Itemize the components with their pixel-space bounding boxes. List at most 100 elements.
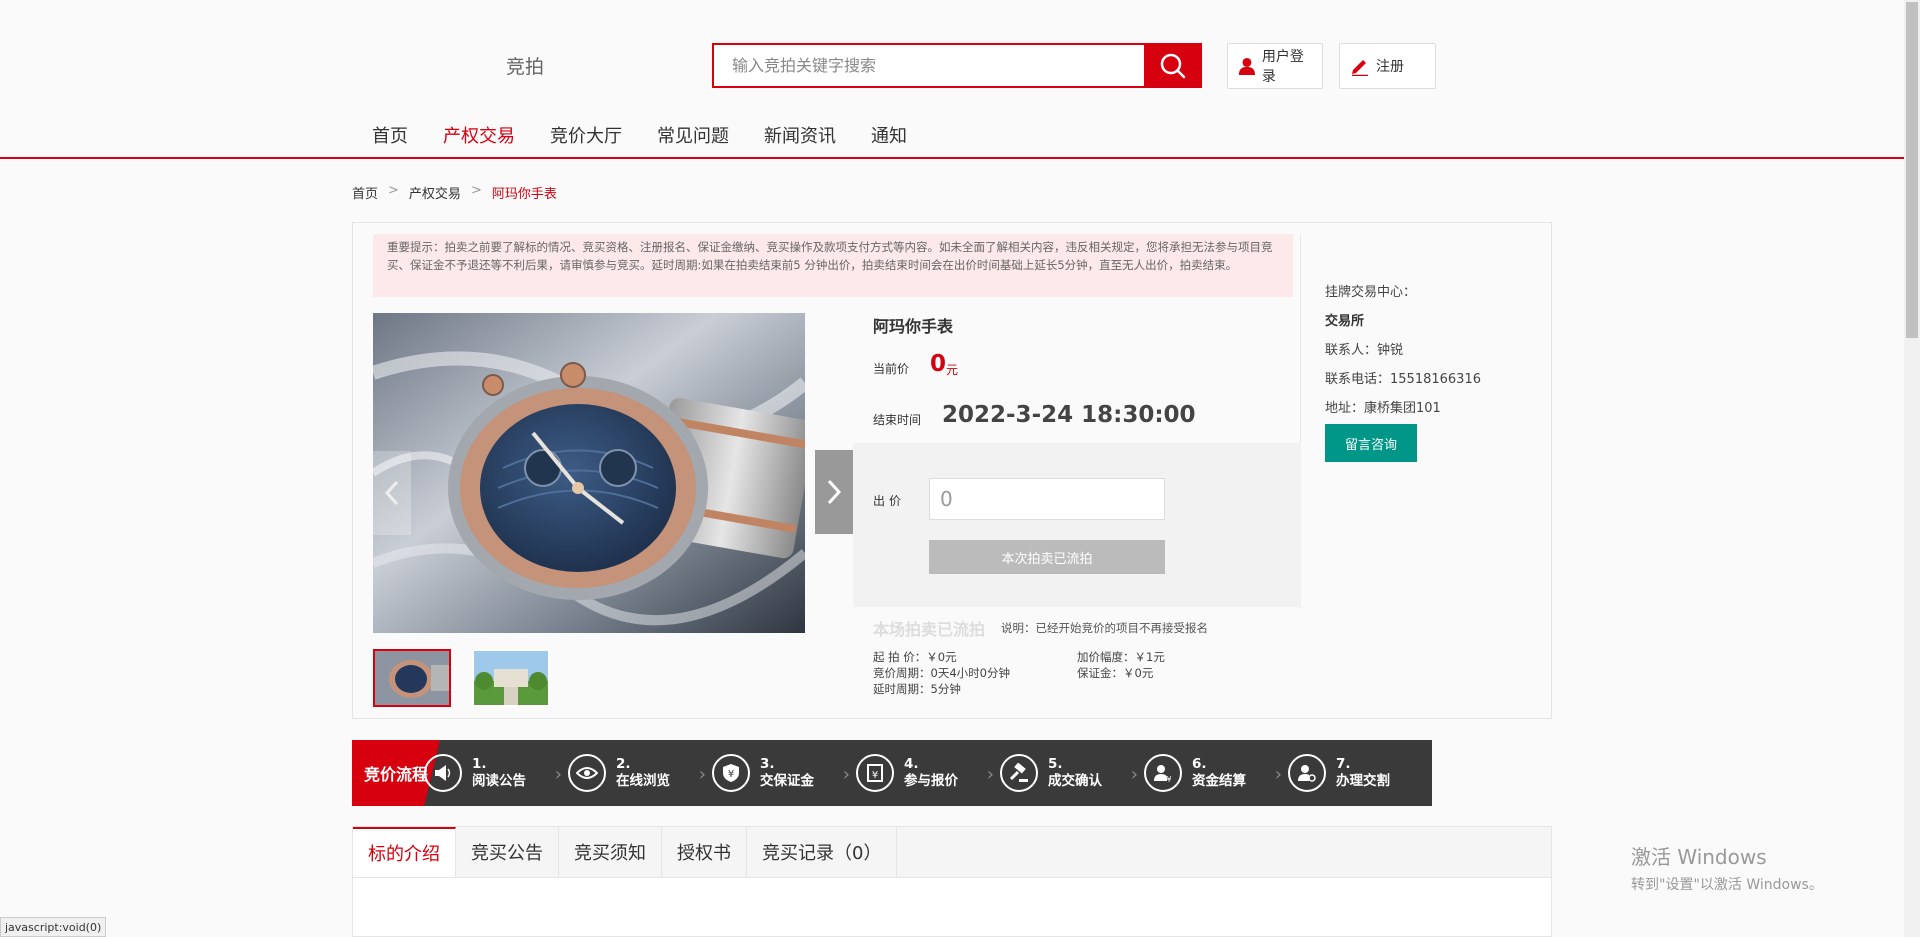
chevron-right-icon bbox=[827, 479, 842, 505]
search-bar bbox=[712, 43, 1202, 88]
process-step: 7. 办理交割 bbox=[1288, 740, 1432, 806]
tab-item-intro[interactable]: 标的介绍 bbox=[353, 827, 456, 877]
user-search-icon bbox=[1288, 754, 1326, 792]
step-number: 2. bbox=[616, 756, 631, 772]
bidding-process-bar: 竞价流程 1. 阅读公告 › 2. 在线浏览 › ¥ 3. 交保证金 › ¥ 4… bbox=[352, 740, 1432, 806]
thumbnail-building[interactable] bbox=[472, 649, 550, 707]
register-button[interactable]: 注册 bbox=[1339, 43, 1436, 89]
svg-text:¥: ¥ bbox=[872, 770, 878, 781]
contact-phone: 联系电话：15518166316 bbox=[1325, 372, 1481, 387]
bid-label: 出价 bbox=[873, 494, 906, 508]
step-label: 在线浏览 bbox=[616, 773, 670, 789]
step-label: 成交确认 bbox=[1048, 773, 1102, 789]
image-prev-button[interactable] bbox=[373, 451, 411, 535]
chevron-right-icon: › bbox=[986, 764, 994, 785]
thumbnail-watch[interactable] bbox=[373, 649, 451, 707]
bid-amount-input[interactable] bbox=[929, 478, 1165, 520]
main-nav: 首页 产权交易 竞价大厅 常见问题 新闻资讯 通知 bbox=[372, 122, 942, 148]
spec-delay: 延时周期：5分钟 bbox=[873, 682, 961, 696]
detail-tabs: 标的介绍 竞买公告 竞买须知 授权书 竞买记录（0） bbox=[352, 826, 1552, 878]
step-number: 6. bbox=[1192, 756, 1207, 772]
login-button[interactable]: 用户登录 bbox=[1227, 43, 1323, 89]
item-title: 阿玛你手表 bbox=[873, 317, 954, 336]
consult-button[interactable]: 留言咨询 bbox=[1325, 424, 1417, 462]
nav-home[interactable]: 首页 bbox=[372, 122, 408, 148]
step-label: 阅读公告 bbox=[472, 773, 526, 789]
svg-text:¥: ¥ bbox=[1166, 775, 1171, 783]
process-step: 1. 阅读公告 › bbox=[424, 740, 568, 806]
site-logo[interactable]: 竞拍 bbox=[506, 52, 544, 79]
trading-center-label: 挂牌交易中心： bbox=[1325, 285, 1417, 300]
eye-icon bbox=[568, 754, 606, 792]
end-time-label: 结束时间 bbox=[873, 413, 922, 427]
spec-increment: 加价幅度：￥1元 bbox=[1077, 650, 1165, 664]
step-number: 4. bbox=[904, 756, 919, 772]
spec-deposit: 保证金：￥0元 bbox=[1077, 666, 1154, 680]
trading-center-name: 交易所 bbox=[1325, 314, 1365, 329]
process-step: ¥ 6. 资金结算 › bbox=[1144, 740, 1288, 806]
chevron-left-icon bbox=[384, 480, 399, 506]
image-next-button[interactable] bbox=[815, 450, 853, 534]
chevron-right-icon: › bbox=[698, 764, 706, 785]
tab-authorization[interactable]: 授权书 bbox=[662, 827, 747, 877]
breadcrumb: 首页 > 产权交易 > 阿玛你手表 bbox=[352, 183, 557, 202]
nav-news[interactable]: 新闻资讯 bbox=[764, 122, 836, 148]
bid-panel bbox=[853, 443, 1301, 607]
watermark-title: 激活 Windows bbox=[1631, 845, 1767, 869]
price-unit: 元 bbox=[946, 363, 959, 377]
end-time-value: 2022-3-24 18:30:00 bbox=[942, 402, 1196, 428]
svg-text:¥: ¥ bbox=[728, 769, 734, 780]
current-price-value: 0 bbox=[930, 351, 947, 377]
search-icon bbox=[1160, 53, 1186, 78]
process-step: ¥ 3. 交保证金 › bbox=[712, 740, 856, 806]
current-price-label: 当前价 bbox=[873, 362, 910, 376]
contact-address: 地址：康桥集团101 bbox=[1325, 401, 1441, 416]
process-step: 2. 在线浏览 › bbox=[568, 740, 712, 806]
step-label: 交保证金 bbox=[760, 773, 814, 789]
user-yuan-icon: ¥ bbox=[1144, 754, 1182, 792]
step-label: 资金结算 bbox=[1192, 773, 1246, 789]
nav-faq[interactable]: 常见问题 bbox=[657, 122, 729, 148]
watermark-subtitle: 转到"设置"以激活 Windows。 bbox=[1631, 877, 1823, 893]
breadcrumb-current: 阿玛你手表 bbox=[491, 187, 557, 202]
tab-bid-announcement[interactable]: 竞买公告 bbox=[456, 827, 559, 877]
nav-divider bbox=[0, 157, 1904, 159]
nav-property-trading[interactable]: 产权交易 bbox=[443, 122, 515, 148]
shield-yuan-icon: ¥ bbox=[712, 754, 750, 792]
windows-activation-watermark: 激活 Windows 转到"设置"以激活 Windows。 bbox=[1631, 841, 1823, 894]
auction-status: 本场拍卖已流拍 bbox=[873, 620, 986, 639]
step-number: 5. bbox=[1048, 756, 1063, 772]
chevron-right-icon: › bbox=[554, 764, 562, 785]
tab-bid-records[interactable]: 竞买记录（0） bbox=[747, 827, 898, 877]
breadcrumb-separator: > bbox=[470, 183, 482, 198]
step-number: 1. bbox=[472, 756, 487, 772]
main-product-image bbox=[373, 313, 805, 633]
contact-person: 联系人：钟锐 bbox=[1325, 343, 1404, 358]
breadcrumb-section[interactable]: 产权交易 bbox=[409, 183, 461, 202]
user-icon bbox=[1238, 57, 1255, 75]
chevron-right-icon: › bbox=[1130, 764, 1138, 785]
register-label: 注册 bbox=[1376, 59, 1404, 75]
step-number: 7. bbox=[1336, 756, 1351, 772]
step-number: 3. bbox=[760, 756, 775, 772]
nav-notice[interactable]: 通知 bbox=[871, 122, 907, 148]
browser-status-bar: javascript:void(0) bbox=[0, 917, 107, 937]
megaphone-icon bbox=[424, 754, 462, 792]
spec-start-price: 起 拍 价：￥0元 bbox=[873, 650, 957, 664]
nav-bidding-hall[interactable]: 竞价大厅 bbox=[550, 122, 622, 148]
gavel-icon bbox=[1000, 754, 1038, 792]
auction-status-note: 说明：已经开始竞价的项目不再接受报名 bbox=[1001, 621, 1208, 635]
breadcrumb-separator: > bbox=[388, 183, 399, 198]
chevron-right-icon: › bbox=[842, 764, 850, 785]
tab-bid-rules[interactable]: 竞买须知 bbox=[559, 827, 662, 877]
process-step: ¥ 4. 参与报价 › bbox=[856, 740, 1000, 806]
step-label: 参与报价 bbox=[904, 773, 958, 789]
login-label: 用户登录 bbox=[1261, 49, 1304, 85]
chevron-right-icon: › bbox=[1274, 764, 1282, 785]
bid-submit-button[interactable]: 本次拍卖已流拍 bbox=[929, 540, 1165, 574]
important-notice: 重要提示：拍卖之前要了解标的情况、竞买资格、注册报名、保证金缴纳、竞买操作及款项… bbox=[373, 234, 1293, 297]
search-button[interactable] bbox=[1144, 43, 1202, 88]
search-input[interactable] bbox=[712, 43, 1144, 88]
breadcrumb-home[interactable]: 首页 bbox=[352, 183, 378, 202]
page-scrollbar-thumb[interactable] bbox=[1906, 2, 1918, 338]
